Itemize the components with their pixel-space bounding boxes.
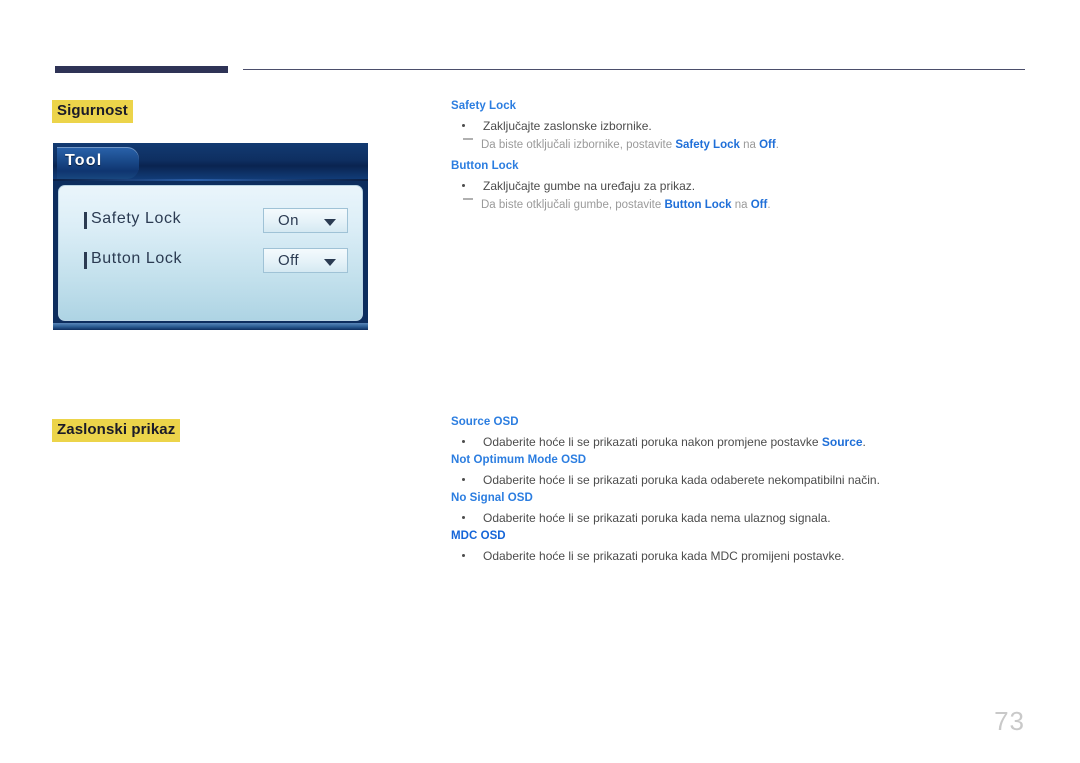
term-description-button-lock: Zaključajte gumbe na uređaju za prikaz. xyxy=(451,177,1026,195)
note-text-pre: Da biste otključali gumbe, postavite xyxy=(481,199,665,211)
note-emphasis-term: Button Lock xyxy=(664,199,732,211)
security-text-column: Safety Lock Zaključajte zaslonske izborn… xyxy=(451,99,1026,219)
osd-select-safety-lock[interactable]: On xyxy=(263,208,348,233)
term-description-text: Odaberite hoće li se prikazati poruka ka… xyxy=(483,473,880,487)
bullet-dot-icon xyxy=(462,554,465,557)
osd-row-safety-lock[interactable]: Safety Lock On xyxy=(59,208,362,236)
bullet-dot-icon xyxy=(462,184,465,187)
bullet-dot-icon xyxy=(462,478,465,481)
note-text-post: . xyxy=(767,199,771,211)
osd-titlebar: Tool xyxy=(53,143,368,181)
osd-label-button-lock: Button Lock xyxy=(91,250,183,267)
term-emphasis-source: Source xyxy=(821,435,863,449)
osd-text-column: Source OSD Odaberite hoće li se prikazat… xyxy=(451,415,1026,567)
osd-label-safety-lock: Safety Lock xyxy=(91,210,182,227)
term-block-button-lock: Button Lock Zaključajte gumbe na uređaju… xyxy=(451,159,1026,214)
term-block-not-optimum-mode-osd: Not Optimum Mode OSD Odaberite hoće li s… xyxy=(451,453,1026,489)
osd-select-button-lock[interactable]: Off xyxy=(263,248,348,273)
term-title-mdc-osd: MDC OSD xyxy=(451,530,506,542)
note-text-pre: Da biste otključali izbornike, postavite xyxy=(481,139,676,151)
note-emphasis-value: Off xyxy=(759,139,776,151)
term-title-no-signal-osd: No Signal OSD xyxy=(451,492,533,504)
note-text-mid: na xyxy=(739,139,760,151)
note-emphasis-value: Off xyxy=(750,199,768,211)
term-block-safety-lock: Safety Lock Zaključajte zaslonske izborn… xyxy=(451,99,1026,154)
term-description-text: Zaključajte zaslonske izbornike. xyxy=(483,119,652,133)
term-description-text-post: . xyxy=(862,435,866,449)
bullet-dot-icon xyxy=(462,516,465,519)
osd-body: Safety Lock On Button Lock Off xyxy=(58,185,363,321)
term-description-no-signal-osd: Odaberite hoće li se prikazati poruka ka… xyxy=(451,509,1026,527)
page-header-rules xyxy=(0,0,1080,80)
chevron-down-icon xyxy=(324,219,336,226)
bullet-marker-icon xyxy=(84,252,87,269)
term-description-text: Zaključajte gumbe na uređaju za prikaz. xyxy=(483,179,696,193)
page-number: 73 xyxy=(994,706,1025,736)
osd-footer-bar xyxy=(53,323,368,330)
term-title-not-optimum-mode-osd: Not Optimum Mode OSD xyxy=(451,454,587,466)
osd-tab-label: Tool xyxy=(65,152,103,169)
term-description-mdc-osd: Odaberite hoće li se prikazati poruka ka… xyxy=(451,547,1026,565)
header-thin-rule xyxy=(243,69,1025,70)
term-description-text: Odaberite hoće li se prikazati poruka ka… xyxy=(483,549,845,563)
bullet-dot-icon xyxy=(462,440,465,443)
term-title-safety-lock: Safety Lock xyxy=(451,100,517,112)
term-title-button-lock: Button Lock xyxy=(451,160,519,172)
term-note-safety-lock: Da biste otključali izbornike, postavite… xyxy=(451,137,1026,154)
term-block-source-osd: Source OSD Odaberite hoće li se prikazat… xyxy=(451,415,1026,451)
bullet-dot-icon xyxy=(462,124,465,127)
term-description-source-osd: Odaberite hoće li se prikazati poruka na… xyxy=(451,433,1026,451)
osd-select-value-safety-lock: On xyxy=(278,212,299,229)
term-note-button-lock: Da biste otključali gumbe, postavite But… xyxy=(451,197,1026,214)
term-description-text: Odaberite hoće li se prikazati poruka ka… xyxy=(483,511,831,525)
bullet-marker-icon xyxy=(84,212,87,229)
note-dash-icon xyxy=(463,198,473,201)
chevron-down-icon xyxy=(324,259,336,266)
section-heading-sigurnost: Sigurnost xyxy=(52,100,133,123)
header-thick-rule xyxy=(55,66,228,73)
term-description-safety-lock: Zaključajte zaslonske izbornike. xyxy=(451,117,1026,135)
term-title-source-osd: Source OSD xyxy=(451,416,519,428)
term-description-text-pre: Odaberite hoće li se prikazati poruka na… xyxy=(483,435,822,449)
section-heading-zaslonski-prikaz: Zaslonski prikaz xyxy=(52,419,181,442)
term-description-not-optimum-mode-osd: Odaberite hoće li se prikazati poruka ka… xyxy=(451,471,1026,489)
term-block-no-signal-osd: No Signal OSD Odaberite hoće li se prika… xyxy=(451,491,1026,527)
osd-select-value-button-lock: Off xyxy=(278,252,299,269)
note-emphasis-term: Safety Lock xyxy=(675,139,740,151)
note-text-mid: na xyxy=(731,199,751,211)
note-text-post: . xyxy=(775,139,779,151)
osd-screenshot-tool: Tool Safety Lock On Button Lock Off xyxy=(53,143,368,330)
note-dash-icon xyxy=(463,138,473,141)
term-block-mdc-osd: MDC OSD Odaberite hoće li se prikazati p… xyxy=(451,529,1026,565)
osd-row-button-lock[interactable]: Button Lock Off xyxy=(59,248,362,276)
